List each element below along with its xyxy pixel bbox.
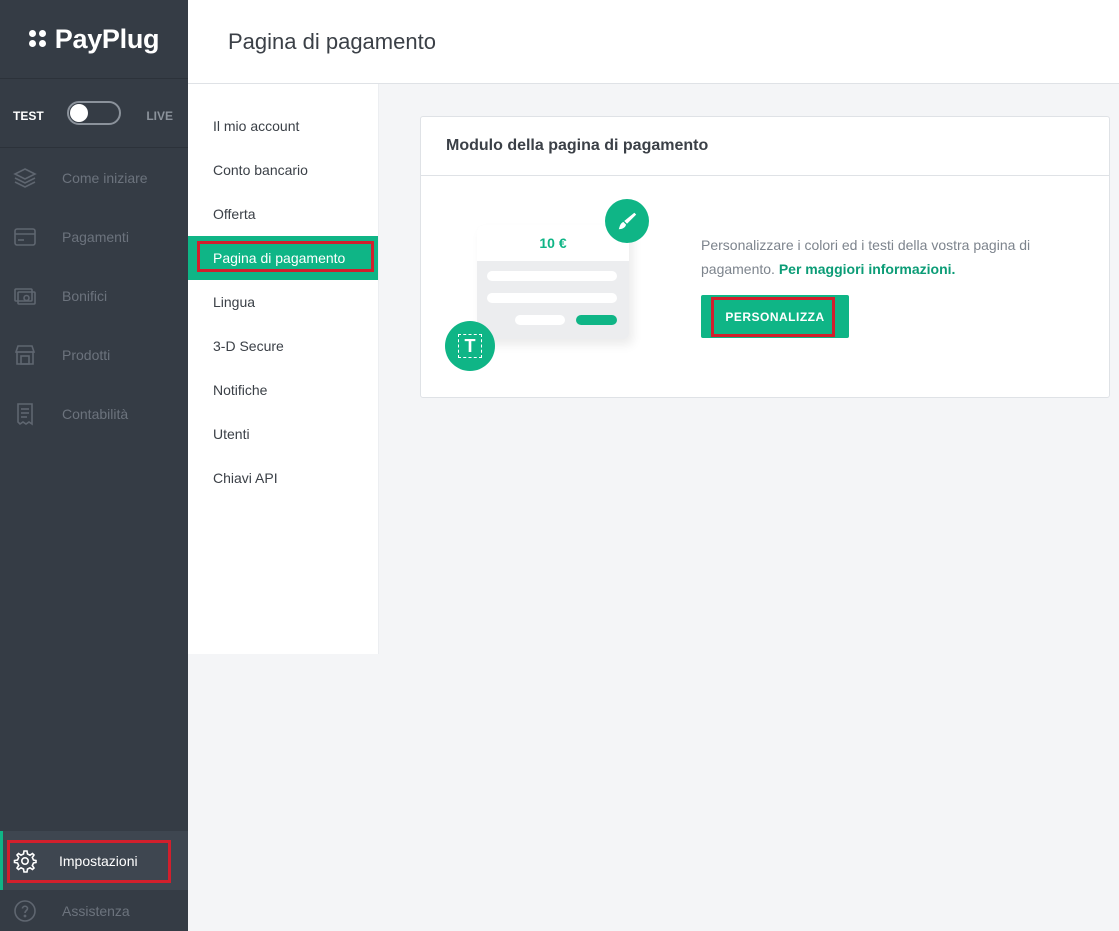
submenu-item-il-mio-account[interactable]: Il mio account (188, 104, 378, 148)
mini-line (487, 293, 617, 303)
payplug-logo[interactable]: PayPlug (0, 0, 188, 79)
sidebar-item-impostazioni[interactable]: Impostazioni (0, 831, 188, 890)
sidebar-item-prodotti[interactable]: Prodotti (0, 325, 188, 384)
submenu-item-lingua[interactable]: Lingua (188, 280, 378, 324)
settings-submenu: Il mio account Conto bancario Offerta Pa… (188, 84, 379, 654)
sidebar-item-label: Prodotti (62, 346, 111, 363)
layers-icon (12, 165, 38, 191)
payment-page-module-card: Modulo della pagina di pagamento 10 € T … (420, 116, 1110, 398)
mini-button (576, 315, 617, 325)
sidebar-item-pagamenti[interactable]: Pagamenti (0, 207, 188, 266)
logo-text: PayPlug (54, 23, 160, 54)
sidebar-item-come-iniziare[interactable]: Come iniziare (0, 148, 188, 207)
sidebar-item-label: Assistenza (62, 902, 130, 919)
toggle-knob (70, 104, 88, 122)
store-icon (12, 342, 38, 368)
env-test-label: TEST (13, 109, 44, 123)
submenu-item-pagina-di-pagamento[interactable]: Pagina di pagamento (188, 236, 378, 280)
sidebar-item-label: Bonifici (62, 287, 108, 304)
sidebar-bottom: Impostazioni Assistenza (0, 831, 188, 931)
text-bubble-icon: T (445, 321, 495, 371)
submenu-item-chiavi-api[interactable]: Chiavi API (188, 456, 378, 500)
page-title: Pagina di pagamento (228, 29, 436, 54)
page-header: Pagina di pagamento (188, 0, 1119, 84)
logo-mark-icon (28, 30, 47, 48)
sidebar-item-label: Pagamenti (62, 228, 129, 245)
sidebar-item-label: Come iniziare (62, 169, 148, 186)
more-info-link[interactable]: Per maggiori informazioni. (779, 261, 956, 277)
brush-bubble-icon (605, 199, 649, 243)
environment-switch: TEST LIVE (0, 79, 188, 148)
test-live-toggle[interactable] (67, 101, 121, 125)
main-sidebar: PayPlug TEST LIVE Come iniziare Pagament… (0, 0, 188, 931)
mini-payment-page: 10 € (477, 225, 629, 339)
payment-page-illustration: 10 € T (445, 199, 655, 371)
card-icon (12, 224, 38, 250)
submenu-item-conto-bancario[interactable]: Conto bancario (188, 148, 378, 192)
mini-line (487, 271, 617, 281)
help-icon (12, 898, 38, 924)
gear-icon (12, 848, 38, 874)
banknote-icon (12, 283, 38, 309)
sidebar-item-assistenza[interactable]: Assistenza (0, 890, 188, 931)
submenu-item-offerta[interactable]: Offerta (188, 192, 378, 236)
receipt-icon (12, 401, 38, 427)
mini-line (515, 315, 565, 325)
card-title: Modulo della pagina di pagamento (421, 117, 1109, 176)
submenu-item-notifiche[interactable]: Notifiche (188, 368, 378, 412)
personalizza-button[interactable]: PERSONALIZZA (701, 295, 849, 338)
sidebar-item-label: Impostazioni (59, 852, 138, 869)
submenu-item-3d-secure[interactable]: 3-D Secure (188, 324, 378, 368)
env-live-label: LIVE (146, 109, 173, 123)
sidebar-item-bonifici[interactable]: Bonifici (0, 266, 188, 325)
card-description: Personalizzare i colori ed i testi della… (701, 233, 1081, 281)
sidebar-item-label: Contabilità (62, 405, 129, 422)
sidebar-item-contabilita[interactable]: Contabilità (0, 384, 188, 443)
text-icon-label: T (458, 334, 482, 358)
submenu-item-utenti[interactable]: Utenti (188, 412, 378, 456)
